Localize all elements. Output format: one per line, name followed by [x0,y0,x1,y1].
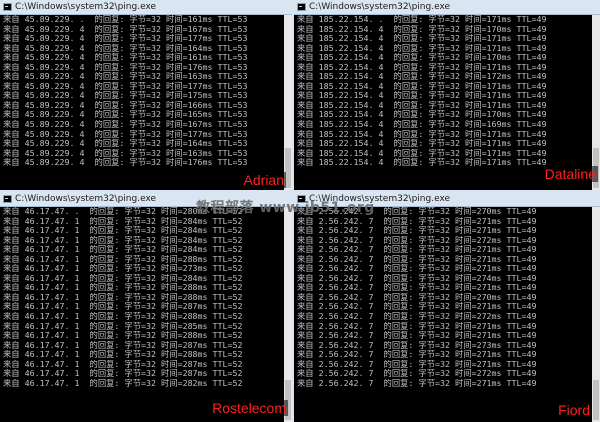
console-line: 来自 2.56.242. 7 的回复: 字节=32 时间=271ms TTL=4… [297,245,537,255]
console-line: 来自 45.89.229. 4 的回复: 字节=32 时间=177ms TTL=… [3,81,248,91]
console-line: 来自 45.89.229. 4 的回复: 字节=32 时间=164ms TTL=… [3,43,248,53]
console-line: 来自 185.22.154. 4 的回复: 字节=32 时间=171ms TTL… [297,139,547,149]
console-line: 来自 185.22.154. 4 的回复: 字节=32 时间=171ms TTL… [297,34,547,44]
window-title: C:\Windows\system32\ping.exe [309,2,451,12]
console-output[interactable]: 来自 185.22.154. . 的回复: 字节=32 时间=171ms TTL… [294,15,592,190]
console-line: 来自 185.22.154. 4 的回复: 字节=32 时间=170ms TTL… [297,110,547,120]
scrollbar-thumb[interactable] [593,380,599,420]
ping-window-adrian[interactable]: C:\Windows\system32\ping.exe 来自 45.89.22… [0,0,292,190]
console-line: 来自 2.56.242. 7 的回复: 字节=32 时间=271ms TTL=4… [297,216,537,226]
console-line: 来自 2.56.242. 7 的回复: 字节=32 时间=270ms TTL=4… [297,292,537,302]
console-line: 来自 46.17.47. 1 的回复: 字节=32 时间=288ms TTL=5… [3,292,243,302]
ping-window-fiord[interactable]: C:\Windows\system32\ping.exe 来自 2.56.242… [294,192,600,422]
console-line: 来自 46.17.47. 1 的回复: 字节=32 时间=284ms TTL=5… [3,235,243,245]
console-line: 来自 185.22.154. 4 的回复: 字节=32 时间=169ms TTL… [297,120,547,130]
console-line: 来自 46.17.47. 1 的回复: 字节=32 时间=282ms TTL=5… [3,378,243,388]
console-line: 来自 45.89.229. 4 的回复: 字节=32 时间=177ms TTL=… [3,129,248,139]
ping-window-dataline[interactable]: C:\Windows\system32\ping.exe 来自 185.22.1… [294,0,600,190]
watermark-text: 教程部落 www.jb51.org [196,200,375,216]
console-line: 来自 46.17.47. 1 的回复: 字节=32 时间=284ms TTL=5… [3,226,243,236]
console-icon [3,195,12,203]
console-line: 来自 45.89.229. 4 的回复: 字节=32 时间=167ms TTL=… [3,24,248,34]
isp-label: Fiord [556,402,592,418]
console-line: 来自 46.17.47. 1 的回复: 字节=32 时间=288ms TTL=5… [3,283,243,293]
console-line: 来自 2.56.242. 7 的回复: 字节=32 时间=274ms TTL=4… [297,273,537,283]
console-line: 来自 45.89.229. . 的回复: 字节=32 时间=161ms TTL=… [3,15,248,24]
console-line: 来自 46.17.47. 1 的回复: 字节=32 时间=284ms TTL=5… [3,245,243,255]
ping-window-rostelecom[interactable]: C:\Windows\system32\ping.exe 来自 46.17.47… [0,192,292,422]
console-output[interactable]: 来自 46.17.47. . 的回复: 字节=32 时间=280ms TTL=5… [0,207,284,422]
console-line: 来自 2.56.242. 7 的回复: 字节=32 时间=271ms TTL=4… [297,283,537,293]
console-line: 来自 2.56.242. 7 的回复: 字节=32 时间=272ms TTL=4… [297,312,537,322]
console-output[interactable]: 来自 45.89.229. . 的回复: 字节=32 时间=161ms TTL=… [0,15,284,190]
console-line: 来自 2.56.242. 7 的回复: 字节=32 时间=271ms TTL=4… [297,226,537,236]
console-line: 来自 45.89.229. 4 的回复: 字节=32 时间=175ms TTL=… [3,91,248,101]
console-icon [3,3,12,11]
console-line: 来自 2.56.242. 7 的回复: 字节=32 时间=271ms TTL=4… [297,254,537,264]
vertical-scrollbar[interactable] [592,15,600,190]
console-output[interactable]: 来自 2.56.242. . 的回复: 字节=32 时间=270ms TTL=4… [294,207,592,422]
console-line: 来自 185.22.154. 4 的回复: 字节=32 时间=171ms TTL… [297,129,547,139]
console-line: 来自 2.56.242. 7 的回复: 字节=32 时间=271ms TTL=4… [297,264,537,274]
console-line: 来自 46.17.47. 1 的回复: 字节=32 时间=273ms TTL=5… [3,264,243,274]
console-line: 来自 2.56.242. 7 的回复: 字节=32 时间=271ms TTL=4… [297,359,537,369]
pane-divider-horizontal [0,190,600,192]
console-line: 来自 185.22.154. 4 的回复: 字节=32 时间=171ms TTL… [297,91,547,101]
console-line: 来自 46.17.47. 1 的回复: 字节=32 时间=288ms TTL=5… [3,350,243,360]
console-line: 来自 2.56.242. 7 的回复: 字节=32 时间=273ms TTL=4… [297,340,537,350]
window-title: C:\Windows\system32\ping.exe [15,2,157,12]
window-titlebar[interactable]: C:\Windows\system32\ping.exe [0,0,292,15]
console-line: 来自 45.89.229. 4 的回复: 字节=32 时间=164ms TTL=… [3,139,248,149]
console-line: 来自 45.89.229. 4 的回复: 字节=32 时间=165ms TTL=… [3,110,248,120]
console-line: 来自 45.89.229. 4 的回复: 字节=32 时间=163ms TTL=… [3,72,248,82]
console-line: 来自 46.17.47. 1 的回复: 字节=32 时间=288ms TTL=5… [3,312,243,322]
console-line: 来自 46.17.47. 1 的回复: 字节=32 时间=284ms TTL=5… [3,216,243,226]
console-line: 来自 45.89.229. 4 的回复: 字节=32 时间=167ms TTL=… [3,120,248,130]
console-line: 来自 185.22.154. 4 的回复: 字节=32 时间=171ms TTL… [297,81,547,91]
console-line: 来自 185.22.154. 4 的回复: 字节=32 时间=172ms TTL… [297,72,547,82]
console-line: 来自 2.56.242. 7 的回复: 字节=32 时间=271ms TTL=4… [297,378,537,388]
console-icon [297,3,306,11]
console-line: 来自 46.17.47. 1 的回复: 字节=32 时间=284ms TTL=5… [3,273,243,283]
console-line: 来自 185.22.154. 4 的回复: 字节=32 时间=170ms TTL… [297,24,547,34]
console-line: 来自 46.17.47. 1 的回复: 字节=32 时间=287ms TTL=5… [3,359,243,369]
console-line: 来自 2.56.242. 7 的回复: 字节=32 时间=271ms TTL=4… [297,302,537,312]
isp-label: Dataline [542,166,598,182]
console-line: 来自 45.89.229. 4 的回复: 字节=32 时间=166ms TTL=… [3,100,248,110]
vertical-scrollbar[interactable] [592,207,600,422]
console-line: 来自 46.17.47. 1 的回复: 字节=32 时间=288ms TTL=5… [3,331,243,341]
console-line: 来自 45.89.229. 4 的回复: 字节=32 时间=161ms TTL=… [3,53,248,63]
console-line: 来自 2.56.242. 7 的回复: 字节=32 时间=271ms TTL=4… [297,350,537,360]
console-line: 来自 185.22.154. 4 的回复: 字节=32 时间=171ms TTL… [297,100,547,110]
vertical-scrollbar[interactable] [284,207,292,422]
console-line: 来自 2.56.242. 7 的回复: 字节=32 时间=271ms TTL=4… [297,331,537,341]
console-line: 来自 2.56.242. 7 的回复: 字节=32 时间=272ms TTL=4… [297,369,537,379]
window-title: C:\Windows\system32\ping.exe [15,194,157,204]
console-line: 来自 2.56.242. 7 的回复: 字节=32 时间=271ms TTL=4… [297,321,537,331]
vertical-scrollbar[interactable] [284,15,292,190]
console-line: 来自 185.22.154. 4 的回复: 字节=32 时间=171ms TTL… [297,148,547,158]
console-line: 来自 46.17.47. 1 的回复: 字节=32 时间=287ms TTL=5… [3,302,243,312]
console-line: 来自 185.22.154. . 的回复: 字节=32 时间=171ms TTL… [297,15,547,24]
isp-label: Adrian [241,172,286,188]
console-line: 来自 45.89.229. 4 的回复: 字节=32 时间=177ms TTL=… [3,34,248,44]
window-titlebar[interactable]: C:\Windows\system32\ping.exe [294,0,600,15]
console-line: 来自 185.22.154. 4 的回复: 字节=32 时间=170ms TTL… [297,53,547,63]
console-line: 来自 46.17.47. 1 的回复: 字节=32 时间=287ms TTL=5… [3,369,243,379]
console-line: 来自 46.17.47. 1 的回复: 字节=32 时间=285ms TTL=5… [3,321,243,331]
console-line: 来自 46.17.47. 1 的回复: 字节=32 时间=288ms TTL=5… [3,254,243,264]
console-line: 来自 45.89.229. 4 的回复: 字节=32 时间=163ms TTL=… [3,148,248,158]
console-line: 来自 185.22.154. 4 的回复: 字节=32 时间=171ms TTL… [297,43,547,53]
console-line: 来自 45.89.229. 4 的回复: 字节=32 时间=176ms TTL=… [3,158,248,168]
console-line: 来自 46.17.47. 1 的回复: 字节=32 时间=287ms TTL=5… [3,340,243,350]
console-line: 来自 185.22.154. 4 的回复: 字节=32 时间=171ms TTL… [297,62,547,72]
isp-label: Rostelecom [210,400,288,416]
console-line: 来自 2.56.242. 7 的回复: 字节=32 时间=272ms TTL=4… [297,235,537,245]
console-line: 来自 45.89.229. 4 的回复: 字节=32 时间=176ms TTL=… [3,62,248,72]
